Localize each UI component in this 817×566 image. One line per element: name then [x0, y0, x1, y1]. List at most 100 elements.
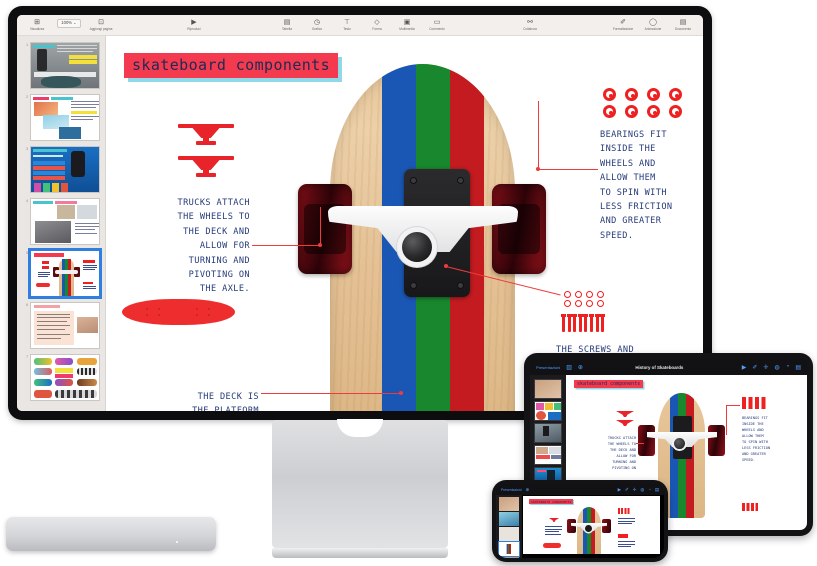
- play-icon[interactable]: ▶: [742, 364, 747, 371]
- screw-icon: [586, 291, 593, 298]
- animate-icon[interactable]: ◍: [774, 364, 779, 371]
- play-icon: ▶: [191, 19, 197, 26]
- list-item[interactable]: [498, 541, 520, 557]
- media-icon: ▣: [403, 19, 411, 26]
- playback-button[interactable]: ▶ Riproduci: [179, 15, 209, 35]
- list-item[interactable]: 6: [17, 300, 105, 352]
- list-item[interactable]: 2: [17, 92, 105, 144]
- list-item[interactable]: [534, 445, 562, 465]
- slide-thumbnail-deck-gallery[interactable]: [30, 354, 100, 401]
- screw-icon: [597, 291, 604, 298]
- slide-thumbnail-peach-list[interactable]: [30, 302, 100, 349]
- text-button[interactable]: ⊤ Testo: [332, 15, 362, 35]
- slide-thumbnail-photos-text[interactable]: [30, 94, 100, 141]
- slide-thumbnail-skateboard-components[interactable]: [28, 248, 102, 299]
- ipad-toolbar: Presentazioni ▥ ⊕ History of Skateboards…: [530, 359, 807, 375]
- sidebar-icon[interactable]: ▥: [566, 364, 572, 371]
- slide-thumbnail-blue-table[interactable]: [30, 146, 100, 193]
- display-screen: ⊞ Visualizza 100% ⌄ ⊡ Aggiungi pagina ▶ …: [17, 15, 703, 411]
- animate-icon: ◯: [649, 19, 657, 26]
- bolt-icon: [567, 314, 571, 332]
- screw-icon-group[interactable]: [564, 291, 606, 307]
- view-button[interactable]: ⊞ Visualizza: [22, 15, 52, 35]
- list-item[interactable]: [499, 497, 519, 511]
- list-item[interactable]: 3: [17, 144, 105, 196]
- animate-button[interactable]: ◯ Animazione: [638, 15, 668, 35]
- media-button[interactable]: ▣ Multimedia: [392, 15, 422, 35]
- document-button[interactable]: ▤ Documento: [668, 15, 698, 35]
- callout-line-deck: [261, 393, 401, 394]
- table-icon: ▤: [283, 19, 291, 26]
- list-item[interactable]: [534, 423, 562, 443]
- iphone-document[interactable]: skateboard components: [523, 496, 660, 554]
- screw-icon: [575, 300, 582, 307]
- callout-line-bearings: [538, 169, 598, 170]
- list-item[interactable]: [499, 512, 519, 526]
- zoom-control[interactable]: 100% ⌄: [52, 15, 86, 35]
- slide-thumbnail-collage[interactable]: [30, 198, 100, 245]
- trucks-caption[interactable]: TRUCKS ATTACH THE WHEELS TO THE DECK AND…: [130, 196, 250, 297]
- toolbar-left-group: ⊞ Visualizza 100% ⌄ ⊡ Aggiungi pagina: [22, 15, 116, 35]
- bearings-caption[interactable]: BEARINGS FIT INSIDE THE WHEELS AND ALLOW…: [600, 128, 703, 243]
- shape-icon: ◇: [374, 19, 380, 26]
- format-button[interactable]: ✐ Formattazione: [608, 15, 638, 35]
- power-led: [176, 541, 178, 543]
- screw-icon: [564, 300, 571, 307]
- list-item[interactable]: 4: [17, 196, 105, 248]
- iphone-toolbar: Presentazioni ⊕ ▶ ✐ ✛ ◍ ◔ ▤: [496, 484, 664, 495]
- bearing-icon: [647, 88, 660, 101]
- truck-icon-group[interactable]: [178, 120, 234, 184]
- iphone-screen: Presentazioni ⊕ ▶ ✐ ✛ ◍ ◔ ▤ skateboard c…: [496, 484, 664, 558]
- more-icon[interactable]: ▤: [655, 487, 659, 493]
- skateboard-photo[interactable]: [292, 64, 552, 411]
- collaborate-icon[interactable]: ◔: [648, 487, 651, 492]
- animate-icon[interactable]: ◍: [640, 487, 644, 493]
- display-stand-neck: [272, 420, 448, 548]
- collaborate-button[interactable]: ⚯ Collabora: [515, 15, 545, 35]
- ipad-presentations-button[interactable]: Presentazioni: [536, 365, 560, 370]
- list-item[interactable]: [534, 379, 562, 399]
- play-icon[interactable]: ▶: [618, 487, 621, 493]
- collaborate-icon[interactable]: ◔: [786, 364, 790, 370]
- bearing-icon-group[interactable]: [603, 88, 687, 118]
- bolt-icon: [562, 314, 565, 332]
- list-item[interactable]: [534, 401, 562, 421]
- bearing-icon: [647, 105, 660, 118]
- list-item[interactable]: 1: [17, 40, 105, 92]
- ipad-bearing-group: [742, 397, 768, 409]
- ipad-kingpin: [674, 438, 685, 449]
- bearing-icon: [669, 105, 682, 118]
- ipad-bearings-caption: BEARINGS FIT INSIDE THE WHEELS AND ALLOW…: [742, 416, 771, 462]
- iphone-page-title: skateboard components: [529, 499, 574, 504]
- screenshot-stage: ⊞ Visualizza 100% ⌄ ⊡ Aggiungi pagina ▶ …: [0, 0, 817, 566]
- bearing-icon: [603, 105, 616, 118]
- bolt-icon: [589, 314, 593, 332]
- toolbar-collaborate-group: ⚯ Collabora: [515, 15, 545, 35]
- format-brush-icon[interactable]: ✐: [625, 487, 629, 493]
- ipad-document-title: History of Skateboards: [635, 364, 684, 370]
- comment-button[interactable]: ▭ Commento: [422, 15, 452, 35]
- insert-icon[interactable]: ✛: [763, 364, 768, 371]
- display-stand-base: [272, 548, 448, 558]
- bolt-icon-group[interactable]: [562, 314, 605, 332]
- iphone-presentations-button[interactable]: Presentazioni: [501, 488, 522, 492]
- slide-thumbnail-skate-parks[interactable]: [30, 42, 100, 89]
- zoom-icon[interactable]: ⊕: [526, 487, 530, 493]
- callout-line-bearings-vert: [538, 101, 539, 170]
- slide-navigator[interactable]: 1 2 3 4 5 6 7: [17, 36, 106, 411]
- format-brush-icon[interactable]: ✐: [752, 364, 757, 371]
- insert-icon[interactable]: ✛: [633, 487, 637, 493]
- kingpin-nut: [402, 232, 432, 262]
- list-item[interactable]: [499, 527, 519, 541]
- iphone-slide-navigator[interactable]: [496, 495, 522, 558]
- shape-button[interactable]: ◇ Forma: [362, 15, 392, 35]
- list-item[interactable]: [499, 557, 519, 558]
- more-icon[interactable]: ▤: [795, 364, 801, 371]
- chart-button[interactable]: ◷ Grafico: [302, 15, 332, 35]
- table-button[interactable]: ▤ Tabella: [272, 15, 302, 35]
- deck-caption[interactable]: THE DECK IS THE PLATFORM: [144, 390, 259, 411]
- list-item[interactable]: 7: [17, 352, 105, 404]
- list-item[interactable]: 5: [17, 248, 105, 300]
- red-deck-shape[interactable]: [122, 299, 235, 325]
- insert-page-button[interactable]: ⊡ Aggiungi pagina: [86, 15, 116, 35]
